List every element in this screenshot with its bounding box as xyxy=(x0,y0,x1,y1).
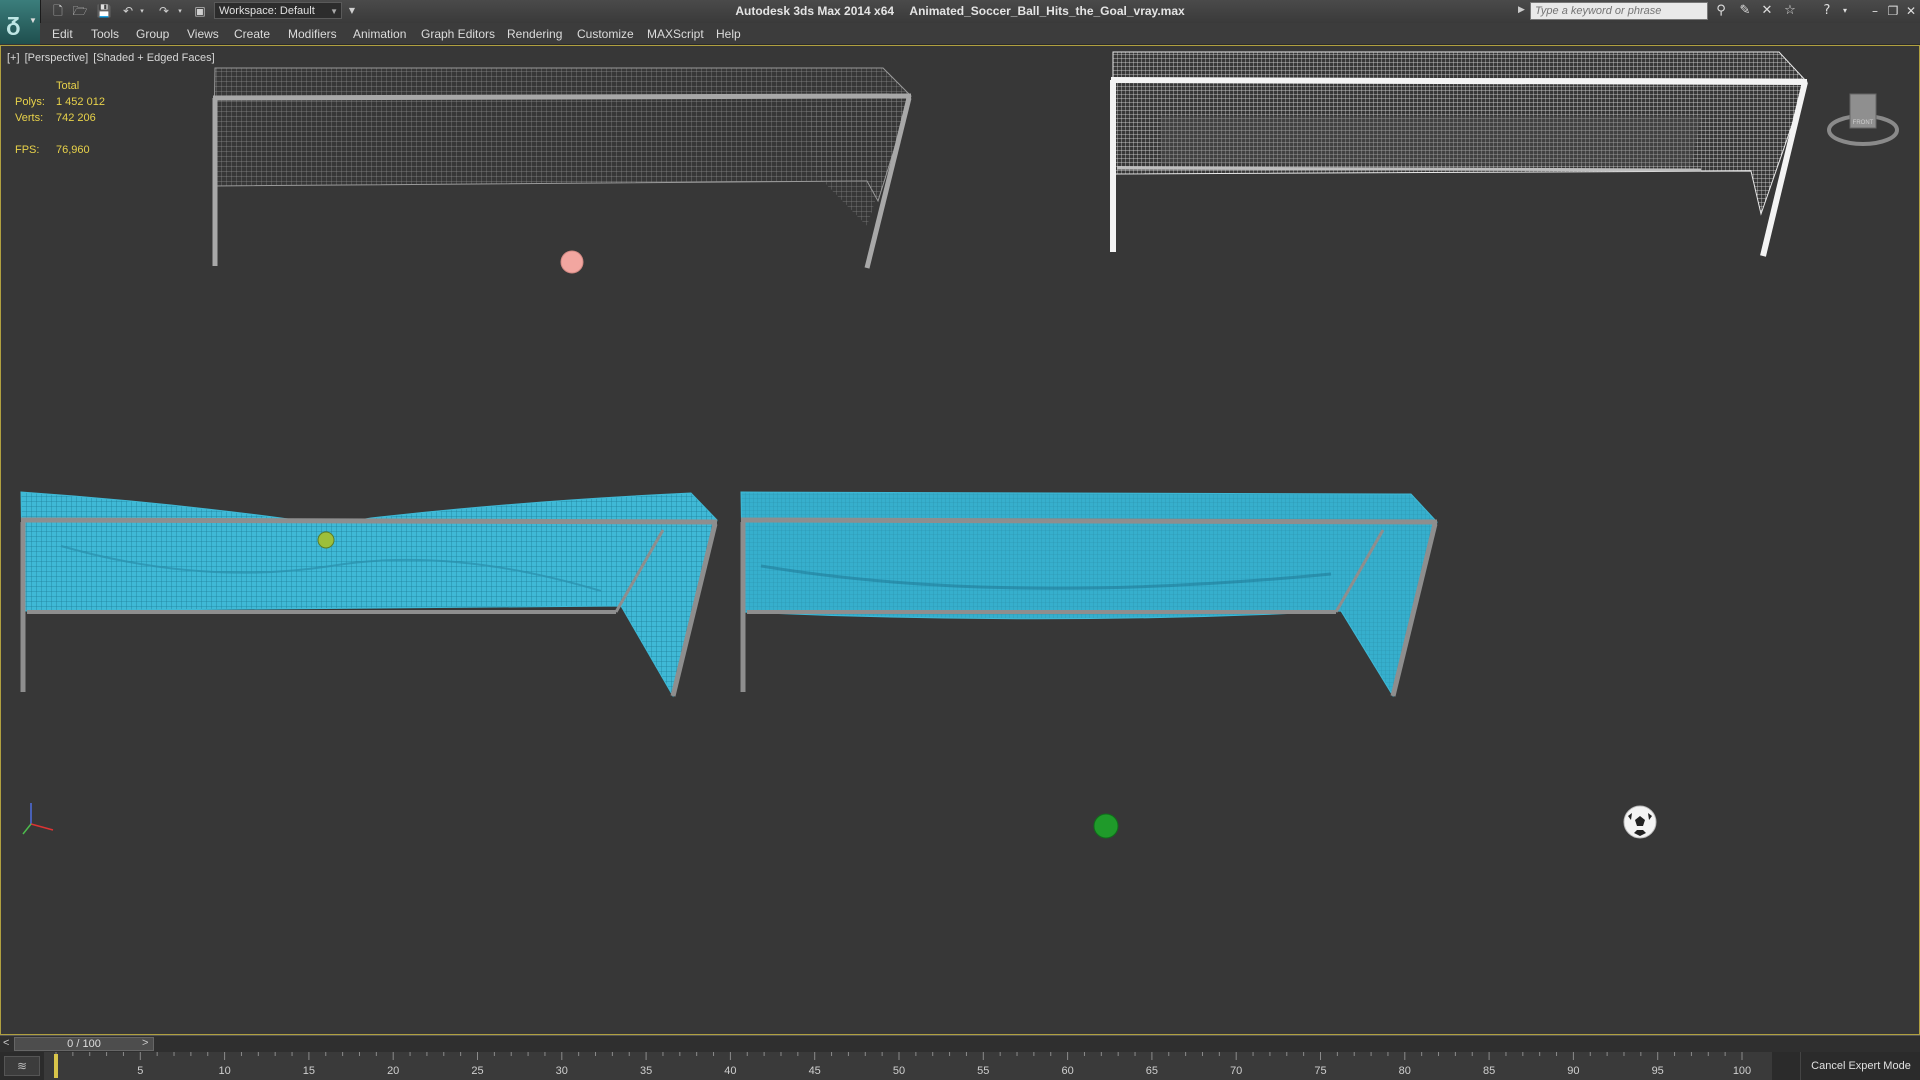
menu-tools[interactable]: Tools xyxy=(91,27,119,41)
restore-icon[interactable]: ❐ xyxy=(1884,2,1902,20)
timeline-tick-label: 55 xyxy=(977,1065,989,1077)
mini-curve-editor-icon[interactable]: ≋ xyxy=(4,1056,40,1076)
title-bar: ᵹ ▼ 🗋 🗁 💾 ↶ ▾ ↷ ▾ ▣ Workspace: Default ▼… xyxy=(0,0,1920,44)
application-button[interactable]: ᵹ ▼ xyxy=(0,0,41,44)
soccer-ball-in-net[interactable] xyxy=(317,531,335,549)
timeline-tick-label: 80 xyxy=(1399,1065,1411,1077)
soccer-ball-green[interactable] xyxy=(1093,813,1119,839)
customize-quick-access-icon[interactable]: ▼ xyxy=(344,3,360,19)
goal-crossbar xyxy=(1110,77,1808,85)
menu-create[interactable]: Create xyxy=(234,27,270,41)
timeline-tick-label: 40 xyxy=(724,1065,736,1077)
time-slider-thumb[interactable]: 0 / 100 xyxy=(14,1037,154,1051)
timeline-tick-label: 10 xyxy=(218,1065,230,1077)
previous-frame-button[interactable]: < xyxy=(3,1037,9,1049)
timeline-track[interactable]: 5 10 15 20 25 30 35 40 45 50 55 60 65 70 75 80 85 90 95 100 xyxy=(44,1052,1772,1080)
timeline-tick-label: 85 xyxy=(1483,1065,1495,1077)
menu-edit[interactable]: Edit xyxy=(52,27,73,41)
goal-crossbar xyxy=(740,517,1438,525)
timeline-tick-label: 50 xyxy=(893,1065,905,1077)
undo-dropdown-icon[interactable]: ▾ xyxy=(134,3,150,19)
new-file-icon[interactable]: 🗋 xyxy=(50,3,66,19)
viewcube[interactable]: FRONT xyxy=(1823,80,1903,160)
minimize-icon[interactable]: – xyxy=(1866,2,1884,20)
time-slider[interactable]: < 0 / 100 > xyxy=(0,1035,1920,1053)
file-name: Animated_Soccer_Ball_Hits_the_Goal_vray.… xyxy=(909,4,1185,18)
save-file-icon[interactable]: 💾 xyxy=(96,3,112,19)
open-file-icon[interactable]: 🗁 xyxy=(72,3,88,19)
subscription-center-icon[interactable]: ✎ xyxy=(1736,2,1754,20)
timeline-tick-label: 30 xyxy=(556,1065,568,1077)
viewcube-face-label: FRONT xyxy=(1853,120,1874,126)
goal-cyan-net[interactable] xyxy=(740,491,1438,698)
perspective-viewport[interactable]: [+] [Perspective] [Shaded + Edged Faces]… xyxy=(0,45,1920,1035)
goal-back-bar xyxy=(1116,166,1702,172)
goal-crossbar xyxy=(20,517,718,525)
timeline-tick-label: 35 xyxy=(640,1065,652,1077)
timeline-tick-label: 65 xyxy=(1146,1065,1158,1077)
search-input[interactable] xyxy=(1530,2,1708,20)
chevron-down-icon: ▼ xyxy=(330,7,338,16)
net-shadow xyxy=(1161,116,1701,166)
communication-center-icon[interactable]: ✕ xyxy=(1758,2,1776,20)
redo-dropdown-icon[interactable]: ▾ xyxy=(172,3,188,19)
help-icon[interactable]: ? xyxy=(1818,2,1836,20)
timeline-tick-label: 90 xyxy=(1567,1065,1579,1077)
close-icon[interactable]: ✕ xyxy=(1902,2,1920,20)
timeline-tick-label: 70 xyxy=(1230,1065,1242,1077)
workspace-dropdown[interactable]: Workspace: Default ▼ xyxy=(214,2,342,19)
scene-canvas[interactable] xyxy=(1,46,1919,1034)
track-bar[interactable]: ≋ 5 10 15 20 25 30 35 40 45 50 55 60 65 70 75 80 85 90 95 1… xyxy=(0,1052,1920,1080)
workspace-value: Workspace: Default xyxy=(219,5,315,17)
current-frame-marker[interactable] xyxy=(54,1054,58,1078)
goal-white-net[interactable] xyxy=(1110,51,1808,257)
binoculars-icon[interactable]: ⚲ xyxy=(1712,2,1730,20)
menu-rendering[interactable]: Rendering xyxy=(507,27,562,41)
search-expand-icon[interactable]: ▶ xyxy=(1518,4,1525,15)
menu-animation[interactable]: Animation xyxy=(353,27,406,41)
timeline-tick-label: 60 xyxy=(1061,1065,1073,1077)
chevron-down-icon: ▼ xyxy=(29,16,37,25)
menu-group[interactable]: Group xyxy=(136,27,169,41)
favorites-star-icon[interactable]: ☆ xyxy=(1781,2,1799,20)
timeline-tick-label: 25 xyxy=(471,1065,483,1077)
net-mesh xyxy=(212,67,912,203)
redo-icon[interactable]: ↷ xyxy=(156,3,172,19)
timeline-tick-label: 5 xyxy=(137,1065,143,1077)
timeline-tick-label: 100 xyxy=(1733,1065,1751,1077)
goal-crossbar xyxy=(212,93,912,101)
menu-views[interactable]: Views xyxy=(187,27,219,41)
menu-graph-editors[interactable]: Graph Editors xyxy=(421,27,495,41)
timeline-tick-label: 95 xyxy=(1652,1065,1664,1077)
3dsmax-logo-icon: ᵹ xyxy=(6,8,21,36)
cancel-expert-mode-button[interactable]: Cancel Expert Mode xyxy=(1800,1052,1920,1080)
menu-bar: Edit Tools Group Views Create Modifiers … xyxy=(40,23,1920,45)
timeline-tick-label: 20 xyxy=(387,1065,399,1077)
menu-maxscript[interactable]: MAXScript xyxy=(647,27,704,41)
timeline-tick-label: 75 xyxy=(1314,1065,1326,1077)
timeline-tick-label: 45 xyxy=(809,1065,821,1077)
axis-tripod-icon xyxy=(22,803,54,835)
goal-cyan-net-deformed[interactable] xyxy=(20,491,718,698)
timeline-tick-label: 15 xyxy=(303,1065,315,1077)
soccer-ball-pink[interactable] xyxy=(560,250,584,274)
goal-grey-wireframe[interactable] xyxy=(212,67,912,274)
menu-help[interactable]: Help xyxy=(716,27,741,41)
menu-customize[interactable]: Customize xyxy=(577,27,634,41)
app-name: Autodesk 3ds Max 2014 x64 xyxy=(735,4,895,18)
menu-modifiers[interactable]: Modifiers xyxy=(288,27,337,41)
next-frame-button[interactable]: > xyxy=(142,1037,148,1049)
project-folder-icon[interactable]: ▣ xyxy=(192,3,208,19)
help-dropdown-icon[interactable]: ▾ xyxy=(1836,2,1854,20)
soccer-ball-classic[interactable] xyxy=(1623,805,1657,839)
